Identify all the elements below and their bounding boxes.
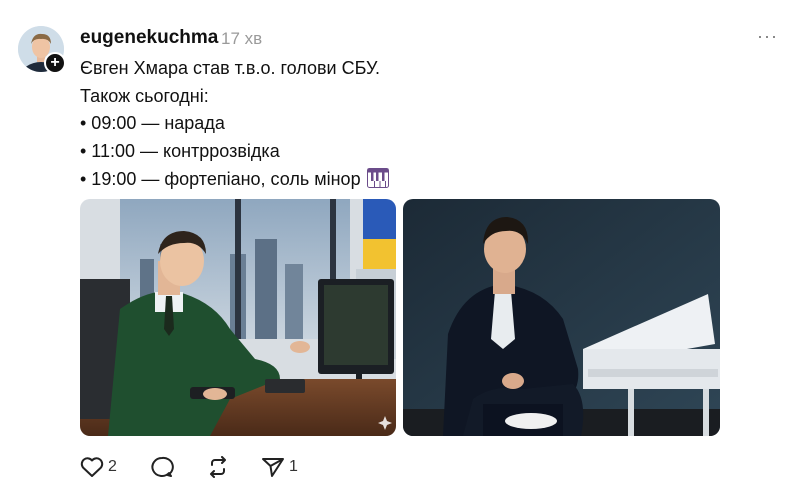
- share-icon: [262, 458, 284, 477]
- share-button[interactable]: 1: [261, 456, 298, 478]
- like-count: 2: [108, 458, 117, 475]
- repost-icon: [210, 456, 226, 478]
- repost-button[interactable]: [206, 456, 230, 478]
- post-line-2: Також сьогодні:: [80, 86, 209, 106]
- post-image-piano[interactable]: [403, 199, 720, 436]
- username[interactable]: eugenekuchma: [80, 27, 218, 49]
- post-time: 17 хв: [221, 29, 263, 48]
- like-button[interactable]: 2: [80, 456, 117, 478]
- comment-button[interactable]: [150, 456, 174, 478]
- post-image-officer[interactable]: [80, 199, 396, 436]
- post-line-5: • 19:00 — фортепіано, соль мінор: [80, 168, 389, 193]
- follow-plus-icon[interactable]: +: [44, 52, 66, 74]
- post-line-5-text: • 19:00 — фортепіано, соль мінор: [80, 169, 361, 189]
- heart-icon: [80, 457, 104, 477]
- post-line-4: • 11:00 — контррозвідка: [80, 141, 280, 161]
- post-line-1: Євген Хмара став т.в.о. голови СБУ.: [80, 58, 381, 78]
- share-count: 1: [289, 458, 298, 475]
- more-icon[interactable]: ···: [757, 26, 778, 47]
- piano-emoji-icon: [366, 168, 389, 193]
- comment-icon: [151, 456, 174, 477]
- post-line-3: • 09:00 — нарада: [80, 113, 225, 133]
